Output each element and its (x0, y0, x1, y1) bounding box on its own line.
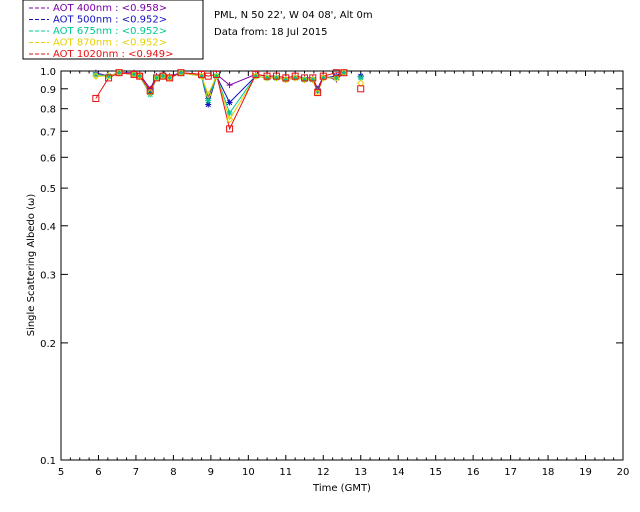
data-point-s2-1 (105, 73, 112, 80)
y-axis-label: Single Scattering Albedo (ω) (26, 194, 37, 337)
y-tick-label: 0.2 (40, 339, 56, 350)
albedo-chart: AOT 400nm : <0.958>AOT 500nm : <0.952>AO… (22, 0, 629, 494)
y-tick-label: 0.3 (40, 270, 56, 281)
site-label: PML, N 50 22', W 04 08', Alt 0m (214, 10, 373, 21)
data-point-s2-15 (264, 74, 271, 81)
y-tick-label: 0.4 (40, 222, 56, 233)
data-point-s2-19 (301, 76, 308, 83)
data-point-s2-4 (136, 73, 143, 80)
axes: 5 6 7 8 9 10 11 12 13 14 15 16 17 18 19 20 0.1 0.2 0.3 0.4 0… (40, 67, 629, 478)
data-point-s2-20 (309, 76, 316, 83)
data-point-s2-5 (147, 91, 154, 98)
data-point-s2-14 (252, 73, 259, 80)
x-tick-label: 6 (95, 467, 101, 478)
data-point-s2-9 (177, 69, 184, 76)
x-tick-label: 7 (133, 467, 139, 478)
data-point-s2-7 (159, 73, 166, 80)
data-point-s2-2 (116, 69, 123, 76)
data-point-s2-24 (340, 69, 347, 76)
data-point-s2-22 (320, 74, 327, 81)
legend-entry-4: AOT 1020nm : <0.949> (53, 49, 173, 60)
x-tick-label: 19 (579, 467, 592, 478)
data-point-s2-6 (153, 74, 160, 81)
x-tick-label: 17 (504, 467, 517, 478)
data-point-s2-16 (273, 74, 280, 81)
x-tick-label: 16 (467, 467, 480, 478)
legend-entry-3: AOT 870nm : <0.952> (53, 38, 167, 49)
y-tick-label: 1.0 (40, 67, 56, 78)
legend-entry-1: AOT 500nm : <0.952> (53, 15, 167, 26)
x-tick-label: 13 (354, 467, 367, 478)
x-tick-label: 15 (429, 467, 442, 478)
date-label: Data from: 18 Jul 2015 (214, 27, 327, 38)
y-tick-label: 0.9 (40, 85, 56, 96)
x-tick-label: 20 (617, 467, 630, 478)
x-tick-label: 10 (242, 467, 255, 478)
data-point-s2-17 (282, 76, 289, 83)
y-tick-label: 0.1 (40, 456, 56, 467)
y-tick-label: 0.8 (40, 105, 56, 116)
data-point-s2-18 (292, 74, 299, 81)
data-point-s2-10 (198, 73, 205, 80)
legend-entry-2: AOT 675nm : <0.952> (53, 26, 167, 37)
data-point-s2-11 (205, 97, 212, 104)
x-tick-label: 14 (392, 467, 405, 478)
legend-entry-0: AOT 400nm : <0.958> (53, 3, 167, 14)
data-point-s1-13 (226, 99, 233, 106)
x-tick-label: 5 (58, 467, 64, 478)
x-tick-label: 11 (279, 467, 292, 478)
data-point-s2-12 (213, 73, 220, 80)
x-tick-label: 9 (208, 467, 214, 478)
x-axis-label: Time (GMT) (312, 483, 371, 494)
y-tick-label: 0.7 (40, 127, 56, 138)
data-point-s2-8 (166, 74, 173, 81)
plot-frame (60, 70, 624, 461)
data-point-s2-13 (226, 109, 233, 116)
y-tick-label: 0.6 (40, 153, 56, 164)
x-tick-label: 8 (170, 467, 176, 478)
x-tick-label: 12 (317, 467, 330, 478)
data-point-s2-3 (131, 71, 138, 78)
data-point-s2-21 (314, 87, 321, 94)
x-tick-label: 18 (542, 467, 555, 478)
y-tick-label: 0.5 (40, 184, 56, 195)
